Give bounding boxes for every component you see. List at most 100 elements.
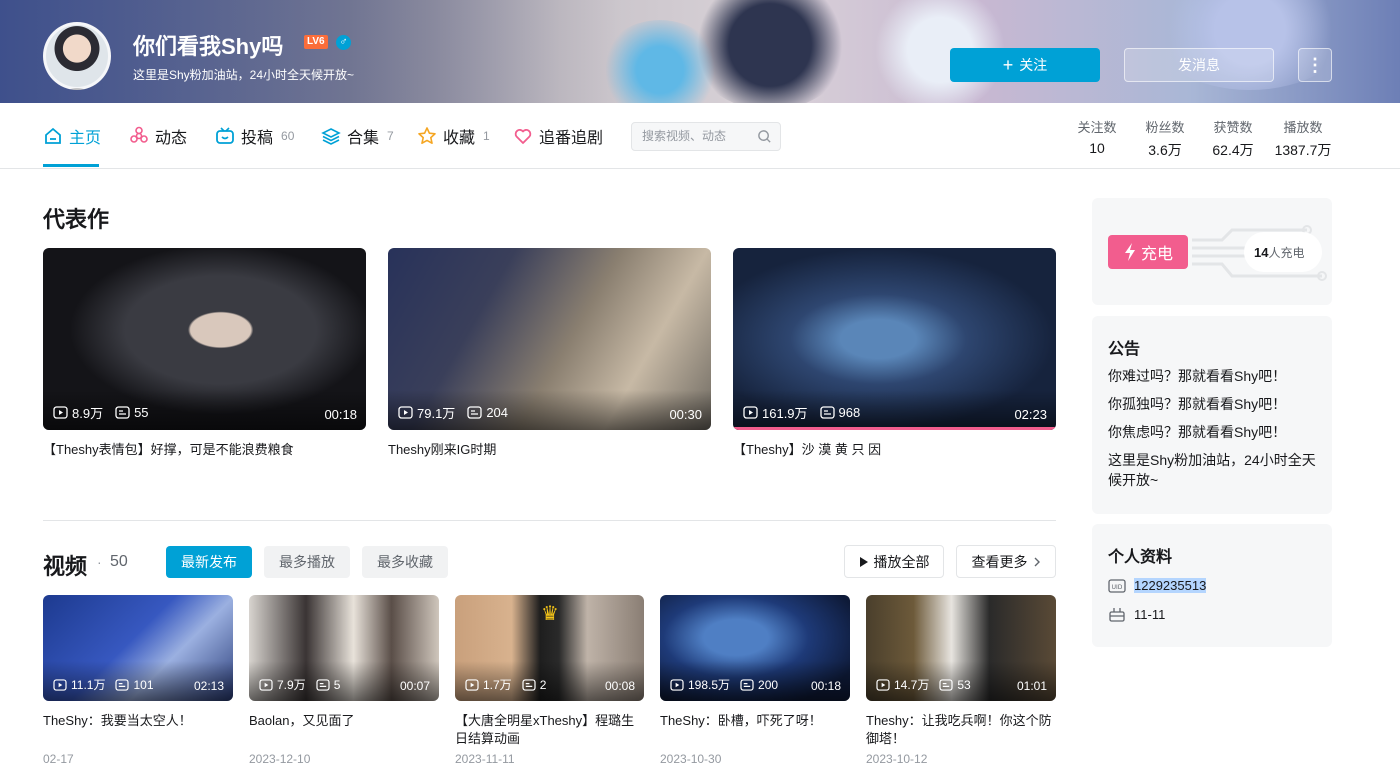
search-placeholder: 搜索视频、动态 [642, 129, 727, 143]
notice-line: 这里是Shy粉加油站，24小时全天候开放~ [1108, 452, 1316, 488]
tab-home[interactable]: 主页 [43, 125, 101, 147]
video-title-1[interactable]: TheShy：我要当太空人！ [43, 712, 233, 730]
stat-followers[interactable]: 粉丝数 3.6万 [1138, 117, 1192, 160]
heart-icon [514, 129, 532, 144]
tab-favorites-label: 收藏 [443, 130, 476, 147]
stat-value: 10 [1089, 140, 1105, 156]
tab-dynamic[interactable]: 动态 [129, 125, 187, 147]
video-thumb-5[interactable]: 14.7万 53 01:01 [866, 595, 1056, 701]
play-icon [859, 556, 868, 567]
stat-label: 播放数 [1283, 120, 1323, 135]
danmaku-stat: 2 [522, 678, 546, 692]
views-stat: 14.7万 [876, 676, 929, 693]
danmaku-icon [115, 678, 130, 691]
videos-count: 50 [110, 553, 128, 570]
home-icon [45, 127, 61, 144]
views: 7.9万 [277, 678, 306, 692]
video-title-4[interactable]: TheShy：卧槽，吓死了呀！ [660, 712, 850, 730]
tab-latest[interactable]: 最新发布 [166, 546, 252, 578]
masterpiece-thumb-1[interactable]: 8.9万 55 00:18 [43, 248, 366, 430]
lightning-icon [1124, 243, 1135, 261]
crown-icon: ♛ [541, 603, 559, 625]
charge-button[interactable]: 充电 [1108, 235, 1188, 269]
avatar[interactable] [43, 22, 111, 90]
tab-favorites-count: 1 [483, 129, 490, 143]
tab-favorites[interactable]: 收藏 1 [417, 125, 490, 147]
video-stats: 11.1万 101 [53, 676, 154, 693]
more-options-button[interactable]: ⋮ [1298, 48, 1332, 82]
masterpiece-thumb-3[interactable]: 161.9万 968 02:23 [733, 248, 1056, 430]
video-stats: 79.1万 204 [398, 403, 508, 422]
play-count-icon [259, 678, 273, 691]
play-count-icon [670, 678, 684, 691]
videos-separator: · [97, 554, 102, 570]
tab-collections[interactable]: 合集 7 [321, 125, 394, 147]
video-thumb-3[interactable]: ♛ 1.7万 2 00:08 [455, 595, 644, 701]
uid-row: UID 1229235513 [1108, 578, 1207, 593]
views-stat: 79.1万 [398, 403, 455, 422]
video-thumb-4[interactable]: 198.5万 200 00:18 [660, 595, 850, 701]
masterpiece-title-1[interactable]: 【Theshy表情包】好撑，可是不能浪费粮食 [43, 441, 366, 459]
level-badge: LV6 [304, 35, 328, 49]
user-sign: 这里是Shy粉加油站，24小时全天候开放~ [133, 68, 355, 82]
video-stats: 14.7万 53 [876, 676, 971, 693]
search-input[interactable]: 搜索视频、动态 [631, 122, 781, 151]
charge-count[interactable]: 14人充电 [1254, 244, 1304, 261]
duration: 00:07 [399, 679, 430, 693]
play-count-icon [743, 406, 758, 419]
play-all-button[interactable]: 播放全部 [844, 545, 944, 578]
birthday-value: 11-11 [1134, 606, 1166, 622]
danmaku: 53 [957, 677, 971, 692]
username: 你们看我Shy吗 [133, 34, 284, 59]
search-icon[interactable] [757, 129, 772, 144]
star-icon [418, 127, 436, 144]
tab-collections-count: 7 [387, 129, 394, 143]
danmaku: 204 [486, 405, 509, 420]
danmaku-icon [819, 406, 835, 419]
masterpiece-title-2[interactable]: Theshy刚来IG时期 [388, 441, 711, 459]
tab-collections-label: 合集 [347, 130, 380, 147]
layers-icon [321, 128, 341, 145]
tab-dynamic-label: 动态 [155, 130, 188, 147]
video-date-2: 2023-12-10 [249, 752, 311, 766]
masterpiece-title-3[interactable]: 【Theshy】沙 漠 黄 只 因 [733, 441, 1056, 459]
notice-line: 你难过吗？那就看看Shy吧！ [1108, 368, 1287, 384]
video-date-3: 2023-11-11 [455, 752, 515, 766]
stat-label: 获赞数 [1213, 120, 1253, 135]
video-date-5: 2023-10-12 [866, 752, 928, 766]
video-title-3[interactable]: 【大唐全明星xTheshy】程璐生日结算动画 [455, 712, 645, 748]
views-stat: 161.9万 [743, 403, 808, 422]
see-more-button[interactable]: 查看更多 [956, 545, 1056, 578]
views: 161.9万 [762, 406, 808, 421]
video-stats: 1.7万 2 [465, 676, 546, 693]
video-thumb-2[interactable]: 7.9万 5 00:07 [249, 595, 439, 701]
plus-icon: + [1002, 55, 1014, 75]
tab-bangumi[interactable]: 追番追剧 [513, 125, 603, 147]
play-count-icon [53, 678, 67, 691]
video-title-5[interactable]: Theshy：让我吃兵啊！你这个防御塔！ [866, 712, 1056, 748]
masterpiece-thumb-2[interactable]: 79.1万 204 00:30 [388, 248, 711, 430]
profile-nav: 主页 动态 投稿 60 合集 7 收藏 1 追番追剧 搜索视频、动态 关注数 1… [0, 103, 1400, 169]
stat-following[interactable]: 关注数 10 [1070, 117, 1124, 156]
follow-button[interactable]: + 关注 [950, 48, 1100, 82]
video-stats: 161.9万 968 [743, 403, 860, 422]
notice-card: 公告 你难过吗？那就看看Shy吧！ 你孤独吗？那就看看Shy吧！ 你焦虑吗？那就… [1092, 316, 1332, 514]
tab-uploads[interactable]: 投稿 60 [215, 125, 294, 147]
uid-value[interactable]: 1229235513 [1134, 578, 1207, 593]
video-thumb-1[interactable]: 11.1万 101 02:13 [43, 595, 233, 701]
danmaku-stat: 5 [316, 678, 340, 692]
views-stat: 7.9万 [259, 676, 306, 693]
danmaku: 101 [133, 677, 154, 692]
tab-most-favorited[interactable]: 最多收藏 [362, 546, 448, 578]
message-button[interactable]: 发消息 [1124, 48, 1274, 82]
views: 198.5万 [688, 678, 731, 692]
views-stat: 11.1万 [53, 676, 105, 693]
play-count-icon [465, 678, 479, 691]
tab-most-played[interactable]: 最多播放 [264, 546, 350, 578]
video-stats: 8.9万 55 [53, 403, 149, 422]
see-more-label: 查看更多 [971, 553, 1028, 570]
video-title-2[interactable]: Baolan，又见面了 [249, 712, 439, 730]
personal-info-card: 个人资料 UID 1229235513 11-11 [1092, 524, 1332, 647]
danmaku: 968 [838, 405, 861, 420]
video-stats: 198.5万 200 [670, 676, 778, 693]
